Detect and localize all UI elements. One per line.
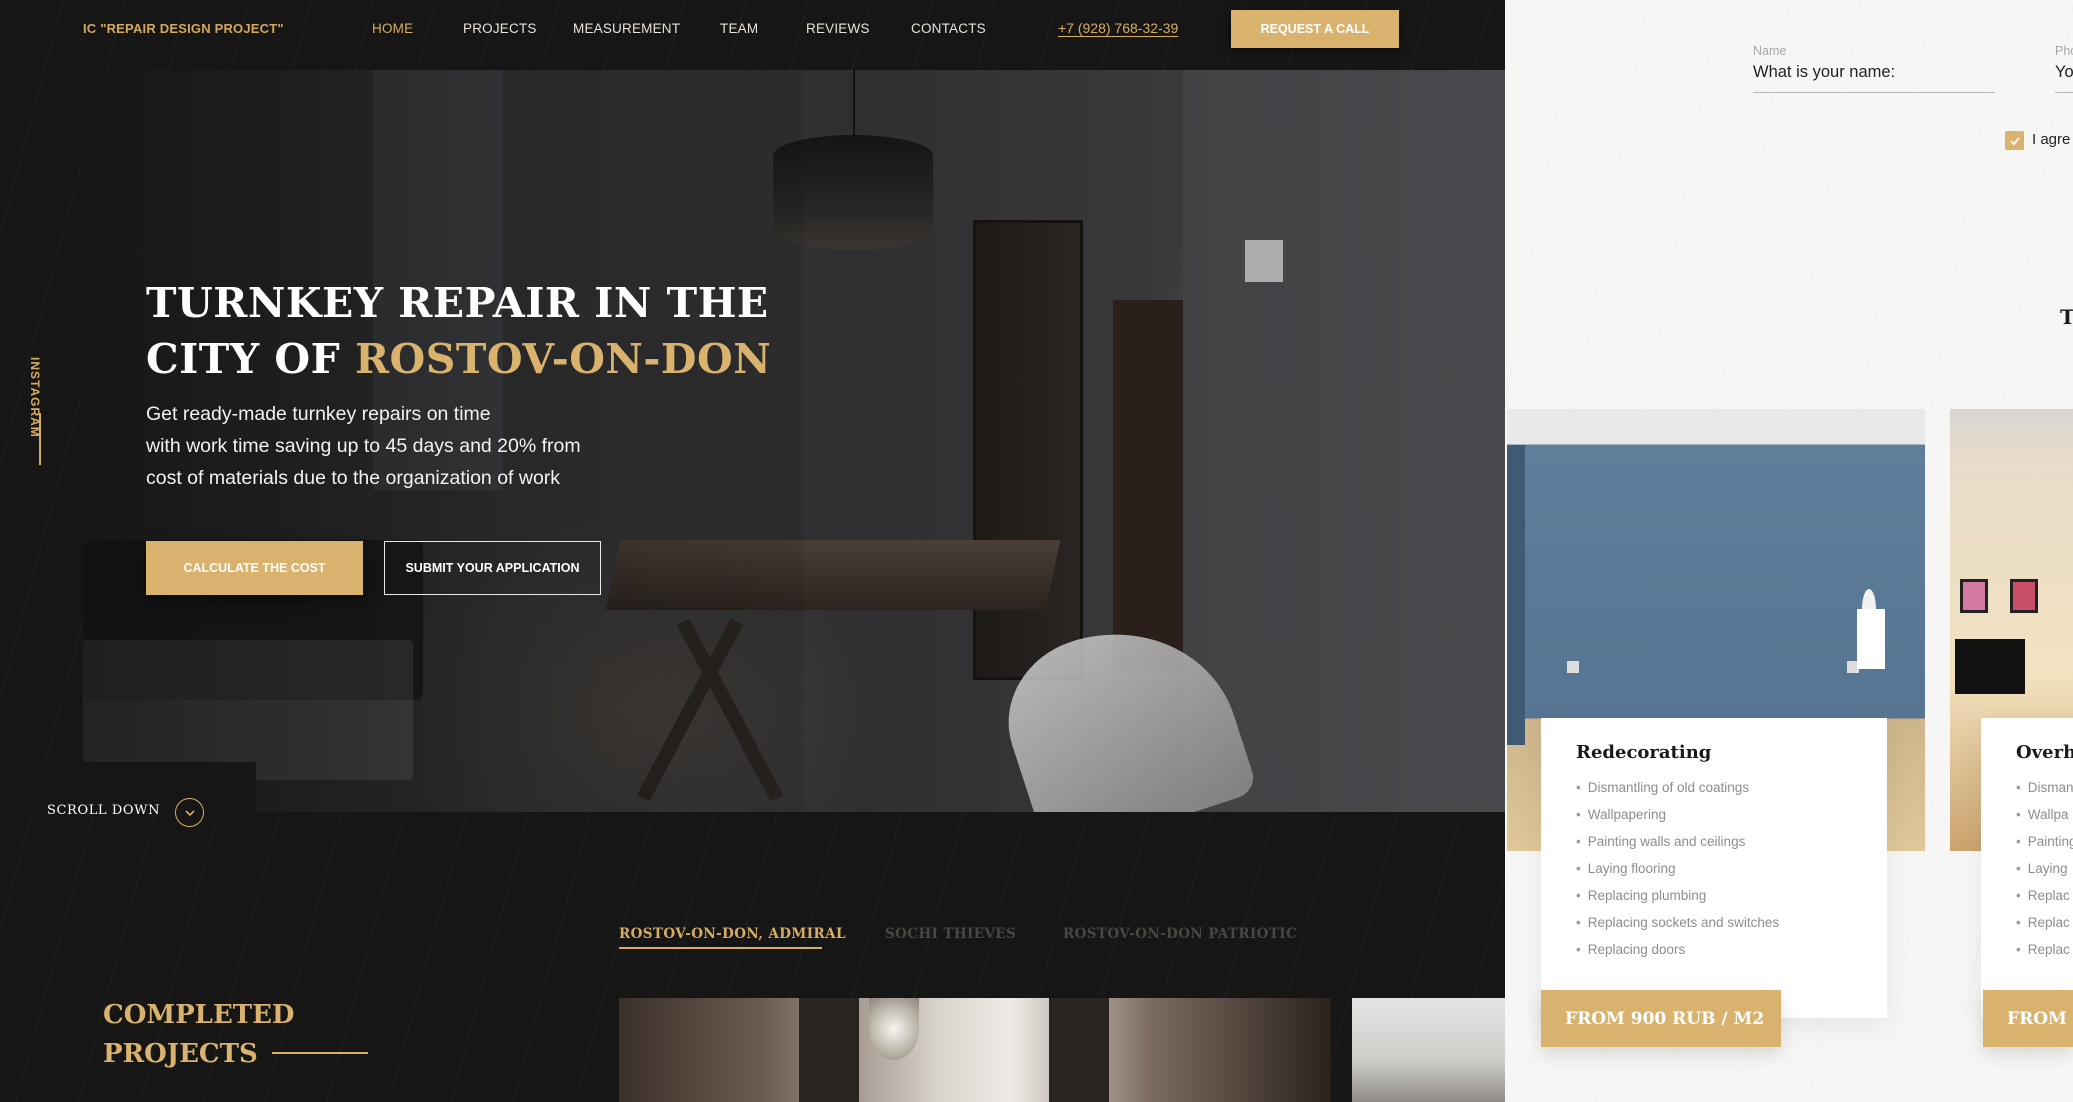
service-card-title: Redecorating (1576, 742, 1712, 763)
services-heading: T (2060, 305, 2073, 329)
tab-rostov-admiral[interactable]: ROSTOV-ON-DON, ADMIRAL (619, 926, 846, 942)
hero-title-line1: TURNKEY REPAIR IN THE (146, 279, 769, 327)
calculate-cost-button[interactable]: CALCULATE THE COST (146, 541, 363, 595)
service-items-list: Dismantling of old coatings Wallpapering… (1576, 774, 1779, 963)
list-item: Replacing doors (1576, 936, 1779, 963)
nav-contacts[interactable]: CONTACTS (911, 21, 986, 36)
instagram-divider (39, 413, 41, 465)
request-call-button[interactable]: REQUEST A CALL (1231, 10, 1399, 48)
phone-link[interactable]: +7 (928) 768-32-39 (1058, 20, 1178, 36)
chandelier (869, 998, 919, 1060)
hero-subtitle-line: with work time saving up to 45 days and … (146, 435, 581, 457)
hero-subtitle: Get ready-made turnkey repairs on time w… (146, 398, 666, 494)
list-item: Replacing plumbing (1576, 882, 1779, 909)
price-button[interactable]: FROM 900 RUB / M2 (1541, 990, 1781, 1047)
list-item: Dismantling of old coatings (1576, 774, 1779, 801)
nav-reviews[interactable]: REVIEWS (806, 21, 870, 36)
list-item: Laying (2016, 855, 2073, 882)
tab-rostov-patriotic[interactable]: ROSTOV-ON-DON PATRIOTIC (1063, 926, 1297, 942)
nav-measurement[interactable]: MEASUREMENT (573, 21, 680, 36)
phone-field[interactable]: Yo (2055, 63, 2073, 82)
list-item: Laying flooring (1576, 855, 1779, 882)
brand-logo[interactable]: IC "REPAIR DESIGN PROJECT" (83, 21, 284, 36)
name-field[interactable]: What is your name: (1753, 63, 1895, 82)
agree-checkbox[interactable] (2005, 131, 2024, 150)
active-tab-indicator (619, 947, 822, 949)
scroll-down-label[interactable]: SCROLL DOWN (47, 803, 160, 818)
list-item: Wallpa (2016, 801, 2073, 828)
tab-sochi-thieves[interactable]: SOCHI THIEVES (885, 926, 1016, 942)
service-card: Redecorating Dismantling of old coatings… (1541, 718, 1887, 1018)
check-icon (2009, 136, 2020, 145)
list-item: Replac (2016, 882, 2073, 909)
hero-subtitle-line: Get ready-made turnkey repairs on time (146, 403, 491, 425)
service-items-list: Disman Wallpa Painting Laying Replac Rep… (2016, 774, 2073, 963)
secondary-light-section: Name What is your name: Pho Yo I agre T … (1505, 0, 2073, 1102)
hero-subtitle-line: cost of materials due to the organizatio… (146, 467, 561, 489)
phone-field-label: Pho (2055, 44, 2073, 58)
chevron-down-icon[interactable] (175, 798, 204, 827)
project-image-1[interactable] (619, 998, 1331, 1102)
list-item: Painting walls and ceilings (1576, 828, 1779, 855)
nav-team[interactable]: TEAM (720, 21, 758, 36)
nav-home[interactable]: HOME (372, 21, 413, 36)
main-dark-section: IC "REPAIR DESIGN PROJECT" HOME PROJECTS… (0, 0, 1505, 1102)
hero-title: TURNKEY REPAIR IN THE CITY OF ROSTOV-ON-… (146, 275, 771, 387)
price-button[interactable]: FROM 1 (1983, 990, 2073, 1047)
hero-title-city: ROSTOV-ON-DON (354, 335, 772, 383)
service-card-title: Overh (2016, 742, 2073, 763)
wall-sconce (1245, 240, 1283, 282)
heading-divider (272, 1052, 368, 1054)
hero-title-line2-prefix: CITY OF (146, 335, 355, 383)
name-field-label: Name (1753, 44, 1787, 58)
agree-label[interactable]: I agre (2032, 131, 2070, 148)
top-navigation: IC "REPAIR DESIGN PROJECT" HOME PROJECTS… (0, 0, 1505, 70)
completed-projects-heading: COMPLETED PROJECTS (103, 1000, 295, 1069)
list-item: Disman (2016, 774, 2073, 801)
tv (1955, 639, 2025, 694)
list-item: Replac (2016, 909, 2073, 936)
service-card: Overh Disman Wallpa Painting Laying Repl… (1981, 718, 2073, 1018)
phone-field-underline (2055, 92, 2073, 93)
list-item: Replacing sockets and switches (1576, 909, 1779, 936)
list-item: Painting (2016, 828, 2073, 855)
submit-application-button[interactable]: SUBMIT YOUR APPLICATION (384, 541, 601, 595)
nav-projects[interactable]: PROJECTS (463, 21, 537, 36)
list-item: Replac (2016, 936, 2073, 963)
name-field-underline (1753, 92, 1995, 93)
project-image-2[interactable] (1352, 998, 1505, 1102)
list-item: Wallpapering (1576, 801, 1779, 828)
